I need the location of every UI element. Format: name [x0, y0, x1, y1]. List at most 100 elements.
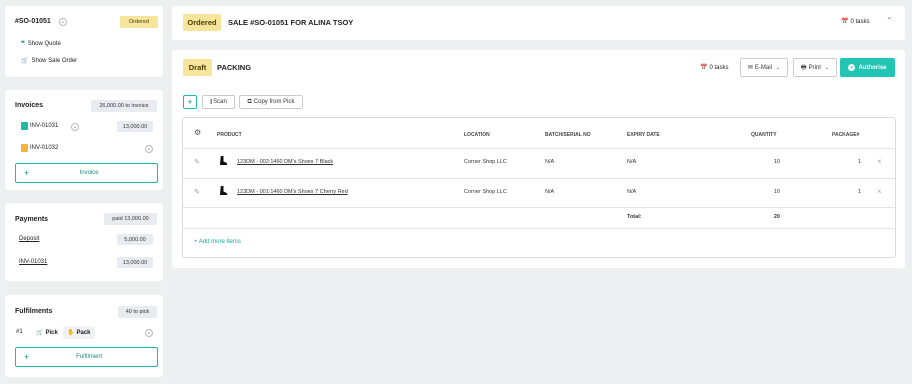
- shoe-product-icon: [219, 186, 228, 195]
- sale-header-card: Ordered SALE #SO-01051 FOR ALINA TSOY 📅 …: [172, 6, 905, 40]
- divider: [183, 148, 895, 149]
- payment-item-amount: 5,000.00: [117, 234, 153, 245]
- order-menu-chevron-icon[interactable]: ⌄: [59, 18, 67, 26]
- payments-title: Payments: [15, 216, 49, 223]
- expiry-cell: N/A: [627, 159, 637, 165]
- payment-item-label[interactable]: INV-01031: [19, 259, 47, 265]
- email-label: E-Mail: [754, 64, 772, 71]
- mail-icon: ✉: [747, 65, 753, 71]
- product-link[interactable]: 123DM - 002:1460 DM's Shoes 7 Black: [237, 159, 333, 165]
- total-label: Total:: [627, 214, 642, 220]
- invoice-item-label: INV-01032: [30, 145, 59, 151]
- collapse-chevron-up-icon[interactable]: ⌃: [886, 16, 893, 25]
- cart-icon: 🛒: [21, 58, 29, 64]
- fulfilment-chevron-icon[interactable]: ⌄: [145, 329, 153, 337]
- invoice-item-label: INV-01031: [30, 123, 59, 129]
- column-header-location: LOCATION: [464, 132, 490, 138]
- table-settings-gear-icon[interactable]: ⚙: [194, 128, 201, 137]
- invoices-summary-badge: 26,000.00 to invoice: [91, 100, 157, 112]
- location-cell: Corner Shop LLC: [464, 159, 507, 165]
- divider: [183, 178, 895, 179]
- package-cell: 1: [857, 159, 861, 165]
- package-cell: 1: [857, 189, 861, 195]
- copy-people-icon: ⧉: [247, 98, 252, 105]
- print-dropdown-button[interactable]: 🖶 Print ⌄: [793, 58, 837, 77]
- print-label: Print: [808, 64, 821, 71]
- payment-item-label[interactable]: Deposit: [19, 236, 39, 242]
- add-row-button[interactable]: +: [183, 95, 197, 109]
- fulfilments-card: Fulfilments 40 to pick #1 🛒 Pick ✋ Pack …: [5, 295, 163, 377]
- pick-button[interactable]: 🛒 Pick: [33, 326, 61, 339]
- pack-label: Pack: [76, 329, 91, 336]
- invoice-1-chevron-icon[interactable]: ⌄: [71, 123, 79, 131]
- column-header-expiry: EXPIRY DATE: [627, 132, 660, 138]
- invoice-item-amount: 13,000.00: [117, 121, 153, 132]
- quantity-cell: 10: [773, 159, 780, 165]
- invoice-item-1[interactable]: INV-01031: [21, 122, 58, 130]
- packing-tasks-label: 0 tasks: [709, 64, 729, 71]
- column-header-product: PRODUCT: [217, 132, 242, 138]
- header-tasks[interactable]: 📅 0 tasks: [841, 18, 870, 26]
- remove-row-close-icon[interactable]: ×: [877, 187, 882, 196]
- fulfilments-summary-badge: 40 to pick: [118, 306, 157, 318]
- total-quantity: 20: [773, 214, 780, 220]
- invoice-item-2[interactable]: INV-01032: [21, 144, 58, 152]
- show-sale-order-link[interactable]: 🛒 Show Sale Order: [21, 57, 77, 65]
- add-fulfilment-label: Fulfilment: [76, 354, 103, 360]
- expiry-cell: N/A: [627, 189, 637, 195]
- quote-icon: ❞: [21, 41, 25, 48]
- packing-table: ⚙ PRODUCT LOCATION BATCH/SERIAL NO EXPIR…: [182, 117, 896, 258]
- column-header-quantity: QUANTITY: [751, 132, 777, 138]
- copy-from-pick-button[interactable]: ⧉ Copy from Pick: [239, 95, 303, 109]
- invoice-doc-icon: [21, 122, 28, 130]
- add-invoice-label: Invoice: [79, 170, 99, 176]
- edit-pencil-icon[interactable]: ✎: [194, 188, 200, 196]
- packing-tasks[interactable]: 📅 0 tasks: [700, 64, 729, 72]
- order-number: #SO-01051: [15, 18, 51, 25]
- fulfilment-row-number: #1: [16, 329, 23, 335]
- column-header-batch: BATCH/SERIAL NO: [545, 132, 591, 138]
- batch-cell: N/A: [545, 159, 555, 165]
- chevron-down-icon: ⌄: [824, 64, 830, 71]
- invoice-draft-doc-icon: [21, 144, 28, 152]
- payments-summary-badge: paid 13,000.00: [104, 213, 157, 225]
- calendar-icon: 📅: [700, 65, 708, 71]
- show-quote-link[interactable]: ❞ Show Quote: [21, 40, 61, 48]
- add-invoice-button[interactable]: + Invoice: [15, 163, 158, 183]
- payments-card: Payments paid 13,000.00 Deposit 5,000.00…: [5, 203, 163, 281]
- invoice-2-chevron-icon[interactable]: ⌄: [145, 145, 153, 153]
- location-cell: Corner Shop LLC: [464, 189, 507, 195]
- packing-card: Draft PACKING 📅 0 tasks ✉ E-Mail ⌄ 🖶 Pri…: [172, 50, 905, 268]
- edit-pencil-icon[interactable]: ✎: [194, 158, 200, 166]
- add-more-items-link[interactable]: + Add more items: [194, 239, 241, 245]
- pick-cart-icon: 🛒: [36, 330, 44, 336]
- sale-status-badge: Ordered: [183, 14, 221, 31]
- pick-label: Pick: [45, 329, 58, 336]
- invoices-title: Invoices: [15, 102, 44, 109]
- quantity-cell: 10: [773, 189, 780, 195]
- scan-label: Scan: [213, 99, 227, 105]
- sale-title: SALE #SO-01051 FOR ALINA TSOY: [228, 18, 354, 27]
- header-tasks-label: 0 tasks: [850, 18, 870, 25]
- barcode-icon: |||: [210, 99, 212, 105]
- shoe-product-icon: [219, 156, 228, 165]
- add-fulfilment-button[interactable]: + Fulfilment: [15, 347, 158, 367]
- check-circle-icon: ✓: [848, 64, 856, 71]
- email-dropdown-button[interactable]: ✉ E-Mail ⌄: [740, 58, 788, 77]
- fulfilments-title: Fulfilments: [15, 308, 53, 315]
- calendar-icon: 📅: [841, 19, 849, 25]
- scan-button[interactable]: ||| Scan: [202, 95, 235, 109]
- divider: [183, 207, 895, 208]
- batch-cell: N/A: [545, 189, 555, 195]
- pack-button[interactable]: ✋ Pack: [63, 326, 95, 339]
- product-link[interactable]: 123DM - 001:1460 DM's Shoes 7 Cherry Red: [237, 189, 348, 195]
- show-quote-label: Show Quote: [27, 41, 61, 47]
- printer-icon: 🖶: [800, 64, 807, 71]
- authorise-button[interactable]: ✓ Authorise: [840, 58, 895, 77]
- payment-item-amount: 13,000.00: [117, 257, 153, 268]
- copy-from-pick-label: Copy from Pick: [253, 99, 295, 105]
- packing-status-badge: Draft: [183, 59, 212, 76]
- order-status-badge: Ordered: [120, 16, 158, 28]
- remove-row-close-icon[interactable]: ×: [877, 157, 882, 166]
- invoices-card: Invoices 26,000.00 to invoice INV-01031 …: [5, 90, 163, 190]
